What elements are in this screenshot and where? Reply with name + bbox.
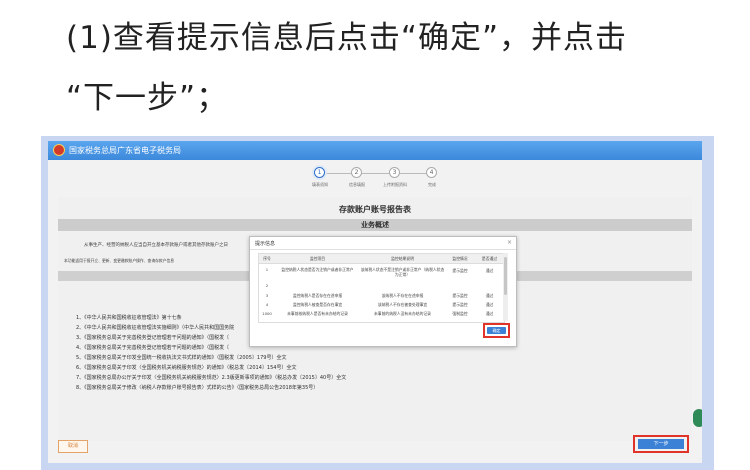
table-cell: 通过 [485,311,494,316]
check-table: 序号 监控项目 监控结果说明 监控情况 是否通过 1 监控纳税人状态是否为注销户… [258,253,505,323]
step-2-marker: 2 [351,167,362,178]
table-cell: 提示监控 [452,268,468,273]
table-cell: 该纳税人不存在被查处理事宜 [377,302,428,307]
dialog-title: 提示信息 [255,241,276,247]
confirm-highlight: 确定 [483,323,510,338]
app-title: 国家税务总局广东省电子税务局 [69,146,181,155]
table-cell: 提示监控 [452,302,468,307]
table-cell: 该纳税人不存在在途申报 [381,293,424,298]
header-cell: 序号 [263,256,271,261]
header-cell: 是否通过 [481,256,498,261]
table-cell: 该纳税人状态不是注销户或非正常户（纳税人状态为正常） [360,267,445,277]
step-4-marker: 4 [426,167,437,178]
step-2-label: 信息填报 [349,182,365,187]
app-window: 国家税务总局广东省电子税务局 1 2 3 4 填表须知 信息填报 上传附报资料 … [48,141,702,463]
table-cell: 1 [265,267,269,272]
header-cell: 监控项目 [309,256,326,261]
instruction-caption: (1)查看提示信息后点击“确定”，并点击 “下一步”； [0,0,750,140]
table-cell: 3 [265,293,269,298]
table-cell: 提示监控 [452,293,468,298]
next-highlight: 下一步 [633,435,689,453]
step-3-label: 上传附报资料 [383,182,407,187]
step-3-marker: 3 [389,167,400,178]
table-cell: 1000 [262,311,272,316]
instruction-line-2: “下一步”； [66,80,229,116]
table-cell: 监控纳税人被查是否存在事宜 [292,302,343,307]
table-cell: 监控纳税人状态是否为注销户或者非正常户 [281,267,354,272]
step-4-label: 完成 [428,182,436,187]
table-cell: 通过 [485,268,494,273]
table-cell: 2 [265,283,269,288]
table-header: 序号 监控项目 监控结果说明 监控情况 是否通过 [259,254,504,264]
next-step-button[interactable]: 下一步 [638,439,684,449]
app-header: 国家税务总局广东省电子税务局 [48,141,702,160]
chat-bubble-icon[interactable] [693,409,702,427]
scrollbar-thumb[interactable] [504,257,507,295]
instruction-line-1: (1)查看提示信息后点击“确定”，并点击 [66,20,628,56]
confirm-button[interactable]: 确定 [487,327,506,334]
step-1-label: 填表须知 [312,182,328,187]
table-cell: 未事前核纳税人是否有未办结的记录 [287,311,348,316]
header-cell: 监控情况 [452,256,468,261]
step-1-marker: 1 [314,167,325,178]
header-cell: 监控结果说明 [391,256,414,261]
table-cell: 强制监控 [452,311,468,316]
table-cell: 监控纳税人是否存在在途申报 [292,293,343,298]
table-cell: 4 [265,302,269,307]
table-cell: 通过 [485,293,494,298]
step-progress: 1 2 3 4 填表须知 信息填报 上传附报资料 完成 [48,165,702,191]
prompt-dialog: 提示信息 × 序号 监控项目 监控结果说明 监控情况 是否通过 1 监控纳税人状… [249,236,517,347]
cancel-button[interactable]: 取消 [58,440,88,453]
close-icon[interactable]: × [507,239,512,246]
table-cell: 通过 [485,302,494,307]
table-cell: 未事前的纳税人没有未办结的记录 [374,311,431,316]
table-scrollbar[interactable] [503,253,508,321]
tax-emblem-icon [53,144,65,156]
dialog-titlebar: 提示信息 × [250,237,516,250]
